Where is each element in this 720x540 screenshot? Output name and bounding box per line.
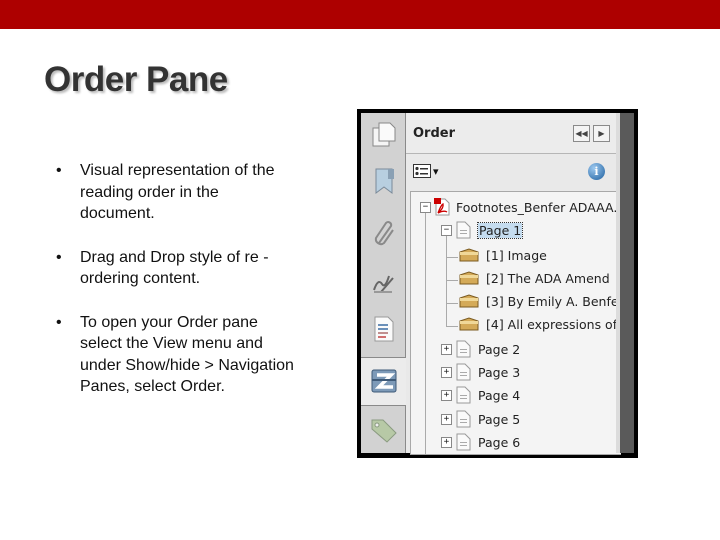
dropdown-arrow-icon: ▾ [433,165,439,178]
content-item-label: [4] All expressions of [486,316,618,332]
expand-toggle[interactable]: + [441,389,452,401]
tree-page-node[interactable]: + Page 6 [441,431,520,453]
options-list-icon [413,164,431,178]
sidebar-attachments-button[interactable] [361,213,406,253]
sidebar-content-button[interactable] [361,309,406,349]
expand-toggle[interactable]: + [441,413,452,425]
info-button[interactable]: i [588,163,605,180]
navigation-sidebar [361,113,411,453]
info-icon: i [594,165,599,178]
attachments-icon [374,221,394,246]
tree-page-node[interactable]: + Page 5 [441,408,520,430]
page-icon [456,410,471,428]
signatures-icon [372,275,394,293]
tree-page-node[interactable]: + Page 3 [441,361,520,383]
sidebar-divider [361,405,406,406]
content-box-icon [459,271,479,285]
page-label: Page 4 [478,387,521,403]
page-label: Page 6 [478,434,521,450]
slide-title: Order Pane [44,60,228,99]
bullet-text: To open your Order pane select the View … [80,313,294,396]
tree-line [446,257,458,258]
tree-page-node[interactable]: − Page 1 [441,219,524,241]
panel-splitter-edge [616,113,620,453]
bullet-text: Visual representation of the reading ord… [80,162,275,222]
bookmarks-icon [375,168,394,194]
tree-document-node[interactable]: − Footnotes_Benfer ADAAA.p [420,196,621,218]
tags-icon [371,419,397,443]
bullet-item: • Drag and Drop style of re -ordering con… [56,247,296,290]
content-item-label: [1] Image [486,247,547,263]
top-accent-bar [0,0,720,29]
bullet-dot: • [56,313,62,331]
page-label: Page 5 [478,411,521,427]
pages-icon [372,122,395,147]
tree-page-node[interactable]: + Page 2 [441,338,520,360]
tree-line [425,211,426,454]
double-left-arrow-icon: ◀◀ [575,129,588,138]
collapse-toggle[interactable]: − [420,201,431,213]
tree-line [446,303,458,304]
page-icon [456,221,471,239]
sidebar-signatures-button[interactable] [361,263,406,303]
order-pane-screenshot: Order ◀◀ ▶ ▾ i − Footnotes_Benfer ADAAA.… [357,109,638,458]
tree-page-node[interactable]: + Page 4 [441,384,520,406]
pdf-file-icon [434,198,450,216]
bullet-text: Drag and Drop style of re -ordering cont… [80,248,269,288]
content-box-icon [459,317,479,331]
order-icon [371,369,396,393]
page-label: Page 1 [476,221,524,239]
content-box-icon [459,248,479,262]
tree-content-item[interactable]: [4] All expressions of [459,313,617,335]
tree-line [446,235,447,327]
page-icon [456,340,471,358]
panel-title: Order [413,126,455,141]
tree-line [446,326,458,327]
sidebar-pages-button[interactable] [361,115,406,155]
order-tree: − Footnotes_Benfer ADAAA.p − Page 1 [1] … [410,191,621,455]
expand-toggle[interactable]: + [441,436,452,448]
content-item-label: [2] The ADA Amend [486,270,610,286]
bullet-list: • Visual representation of the reading or… [56,160,296,420]
tree-content-item[interactable]: [3] By Emily A. Benfe [459,290,619,312]
bullet-item: • Visual representation of the reading or… [56,160,296,225]
order-panel: Order ◀◀ ▶ ▾ i − Footnotes_Benfer ADAAA.… [406,113,621,455]
tree-content-item[interactable]: [2] The ADA Amend [459,267,610,289]
page-icon [456,363,471,381]
page-icon [456,433,471,451]
sidebar-order-button[interactable] [361,361,406,401]
sidebar-bookmarks-button[interactable] [361,161,406,201]
content-icon [374,316,393,342]
options-menu-button[interactable]: ▾ [413,164,439,178]
collapse-toggle[interactable]: − [441,224,452,236]
tree-line [446,280,458,281]
page-icon [456,386,471,404]
tree-content-item[interactable]: [1] Image [459,244,547,266]
document-name: Footnotes_Benfer ADAAA.p [456,199,621,215]
expand-toggle[interactable]: + [441,366,452,378]
expand-toggle[interactable]: + [441,343,452,355]
content-box-icon [459,294,479,308]
right-arrow-icon: ▶ [598,129,605,138]
sidebar-divider [361,357,406,358]
bullet-item: • To open your Order pane select the View… [56,312,296,398]
bullet-dot: • [56,162,62,179]
bullet-dot: • [56,248,62,266]
content-item-label: [3] By Emily A. Benfe [486,293,619,309]
sidebar-tags-button[interactable] [361,411,406,451]
panel-toolbar: ▾ i [406,154,616,190]
expand-panel-button[interactable]: ▶ [593,125,610,142]
collapse-panel-button[interactable]: ◀◀ [573,125,590,142]
panel-header: Order ◀◀ ▶ [406,113,616,154]
page-label: Page 3 [478,364,521,380]
page-label: Page 2 [478,341,521,357]
